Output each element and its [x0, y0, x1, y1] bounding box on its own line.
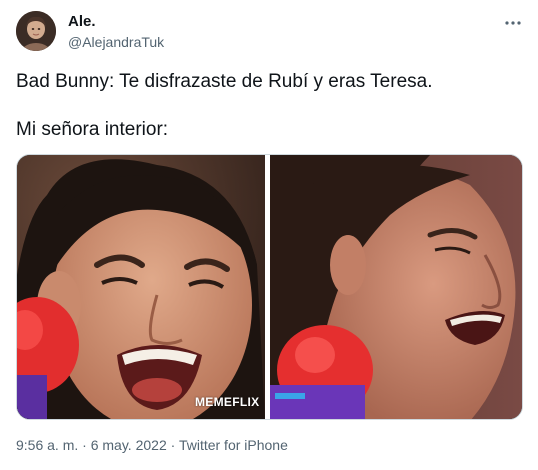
author-name[interactable]: Ale.	[68, 13, 96, 31]
tweet-media[interactable]: MEMEFLIX	[16, 154, 523, 420]
tweet-time[interactable]: 9:56 a. m.	[16, 437, 78, 453]
avatar-image	[16, 11, 56, 51]
tweet-text-line-1: Bad Bunny: Te disfrazaste de Rubí y eras…	[16, 71, 433, 92]
avatar[interactable]	[16, 11, 56, 51]
tweet-card: Ale. @AlejandraTuk Bad Bunny: Te disfraz…	[0, 0, 538, 470]
author-handle[interactable]: @AlejandraTuk	[68, 33, 164, 51]
more-icon[interactable]	[504, 14, 522, 32]
tweet-source[interactable]: Twitter for iPhone	[179, 437, 288, 453]
tweet-meta: 9:56 a. m. · 6 may. 2022 · Twitter for i…	[16, 436, 288, 454]
tweet-date[interactable]: 6 may. 2022	[91, 437, 167, 453]
media-image-right[interactable]	[270, 155, 522, 419]
media-image-left[interactable]	[17, 155, 265, 419]
meta-separator: ·	[170, 437, 176, 453]
tweet-text: Bad Bunny: Te disfrazaste de Rubí y eras…	[16, 70, 522, 142]
media-watermark: MEMEFLIX	[195, 395, 260, 409]
meta-separator: ·	[82, 437, 87, 453]
tweet-text-line-2: Mi señora interior:	[16, 119, 169, 140]
